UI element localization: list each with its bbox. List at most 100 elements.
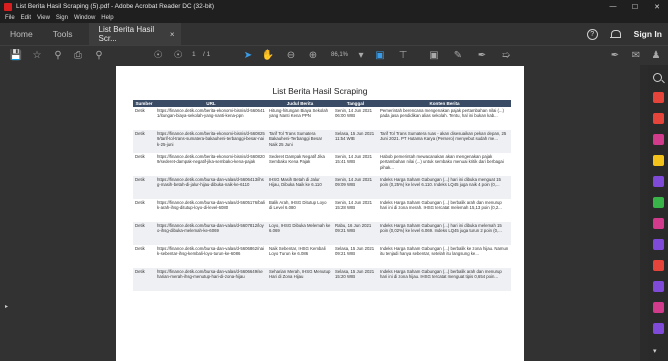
cell-headline: Hitung-hitungan Biaya Sekolah yang Nanti… [269,108,329,119]
page-up-icon[interactable]: ☉ [152,50,164,62]
cell-source: Detik [135,154,145,159]
cell-headline: Tarif Tol Trans Sumatera Bakauheni-Terba… [267,130,333,153]
zoom-out-icon[interactable]: ⊖ [285,50,297,62]
cell-date: Senin, 14 Jun 2021 15:28 WIB [335,200,373,211]
right-tools-panel: ▾ [648,65,668,361]
cell-url[interactable]: https://finance.detik.com/bursa-dan-vala… [155,222,267,245]
table-row: Detik https://finance.detik.com/bursa-da… [133,268,511,291]
more-tools-icon[interactable] [653,302,664,313]
page-total: / 1 [203,51,211,58]
cell-source: Detik [135,246,145,251]
cell-source: Detik [133,130,155,153]
fill-sign-icon[interactable] [653,281,664,292]
cell-source: Detik [135,108,145,113]
cell-headline: Balik Arah, IHSG Ditutup Loyo di Level 6… [269,200,327,211]
cell-date: Selasa, 15 Jun 2021 11:54 WIB [333,130,378,153]
menu-sign[interactable]: Sign [56,15,68,21]
protect-icon[interactable] [653,239,664,250]
cell-url[interactable]: https://finance.detik.com/berita-ekonomi… [155,107,267,130]
cell-source: Detik [133,222,155,245]
column-header: Tanggal [333,100,378,107]
keyboard-icon[interactable]: ⊤ [397,50,409,62]
cell-date: Rabu, 16 Jun 2021 09:21 WIB [333,222,378,245]
compress-pdf-icon[interactable] [653,218,664,229]
send-for-signature-icon[interactable] [653,323,664,334]
export-pdf-icon[interactable] [653,92,664,103]
window-controls: — ☐ ✕ [602,0,668,13]
cell-date: Selasa, 15 Jun 2021 15:20 WIB [333,268,378,291]
results-table: Sumber URL Judul Berita Tanggal Konten B… [133,100,511,291]
close-button[interactable]: ✕ [646,0,668,13]
cell-url[interactable]: https://finance.detik.com/berita-ekonomi… [155,130,267,153]
cell-url[interactable]: https://finance.detik.com/bursa-dan-vala… [155,268,267,291]
cell-date: Senin, 14 Jun 2021 09:09 WIB [333,176,378,199]
maximize-button[interactable]: ☐ [624,0,646,13]
document-scrollbar[interactable] [640,65,648,361]
notifications-bell-icon[interactable] [609,29,621,39]
cell-date: Senin, 14 Jun 2021 15:41 WIB [335,154,373,165]
tab-tools[interactable]: Tools [43,23,83,45]
print-icon[interactable]: ⎙ [72,50,84,62]
zoom-dropdown-icon[interactable]: ▾ [355,50,367,62]
document-title: List Berita Hasil Scraping [272,86,368,96]
user-icon[interactable]: ♟ [650,50,662,62]
select-icon[interactable]: ➤ [242,50,254,62]
pen-icon[interactable]: ✎ [452,50,464,62]
zoom-in-icon[interactable]: ⊕ [307,50,319,62]
fill-sign-tool-icon[interactable]: ✒ [609,50,621,62]
menu-edit[interactable]: Edit [21,15,31,21]
sign-in-button[interactable]: Sign In [634,29,662,39]
menu-help[interactable]: Help [101,15,113,21]
main-toolbar: 💾 ☆ ⚲ ⎙ ⚲ ☉ ☉ 1 / 1 ➤ ✋ ⊖ ⊕ 86,1% ▾ ▣ ⊤ … [0,45,668,65]
cell-source: Detik [133,176,155,199]
edit-pdf-icon[interactable] [653,134,664,145]
cell-content: Indeks Harga Saham Gabungan (...) berbal… [378,268,511,291]
comment-icon[interactable]: ▣ [428,50,440,62]
cell-url[interactable]: https://finance.detik.com/bursa-dan-vala… [155,176,267,199]
minimize-button[interactable]: — [602,0,624,13]
cell-url[interactable]: https://finance.detik.com/berita-ekonomi… [155,153,267,176]
tab-close-icon[interactable]: × [170,30,175,39]
search-icon[interactable]: ⚲ [93,50,105,62]
mail-icon[interactable]: ✉ [630,50,642,62]
menu-window[interactable]: Window [74,15,95,21]
tab-home[interactable]: Home [0,23,43,45]
combine-files-icon[interactable] [653,176,664,187]
table-row: Detik https://finance.detik.com/bursa-da… [133,222,511,245]
cell-content: Indeks Harga Saham Gabungan (...) hari i… [378,176,511,199]
sign-icon[interactable]: ✒ [476,50,488,62]
cell-content: Pemerintah berencana mengenakan pajak pe… [380,108,504,119]
table-row: Detik https://finance.detik.com/bursa-da… [133,245,511,268]
comment-icon[interactable] [653,155,664,166]
menu-view[interactable]: View [37,15,50,21]
zoom-level[interactable]: 86,1% [331,52,348,58]
table-row: Detik https://finance.detik.com/bursa-da… [133,199,511,222]
fit-page-icon[interactable]: ▣ [374,50,386,62]
bookmark-icon[interactable]: ☆ [31,50,43,62]
save-icon[interactable]: 💾 [10,50,22,62]
cell-source: Detik [133,268,155,291]
cell-url[interactable]: https://finance.detik.com/bursa-dan-vala… [155,199,267,222]
more-tools-icon[interactable]: ➯ [500,50,512,62]
left-panel-toggle-icon[interactable]: ▸ [5,303,8,310]
search-icon[interactable] [653,73,662,82]
redact-icon[interactable] [653,260,664,271]
table-row: Detik https://finance.detik.com/berita-e… [133,107,511,130]
create-pdf-icon[interactable] [653,113,664,124]
cell-url[interactable]: https://finance.detik.com/bursa-dan-vala… [155,245,267,268]
organize-pages-icon[interactable] [653,197,664,208]
cell-headline: Sederet Dampak Negatif Jika Sembako Kena… [269,154,325,165]
hand-icon[interactable]: ✋ [262,50,274,62]
page-current[interactable]: 1 [192,51,196,58]
help-icon[interactable]: ? [586,28,598,40]
column-header: Konten Berita [378,100,511,107]
acrobat-app-icon [4,2,12,11]
cell-date: Selasa, 15 Jun 2021 09:21 WIB [335,246,375,257]
page-down-icon[interactable]: ☉ [172,50,184,62]
window-title: List Berita Hasil Scraping (5).pdf - Ado… [16,3,214,10]
share-icon[interactable]: ⚲ [52,50,64,62]
tab-document[interactable]: List Berita Hasil Scr... × [88,23,181,45]
chevron-down-icon[interactable]: ▾ [653,347,657,355]
menu-bar: File Edit View Sign Window Help [0,13,668,23]
menu-file[interactable]: File [5,15,15,21]
